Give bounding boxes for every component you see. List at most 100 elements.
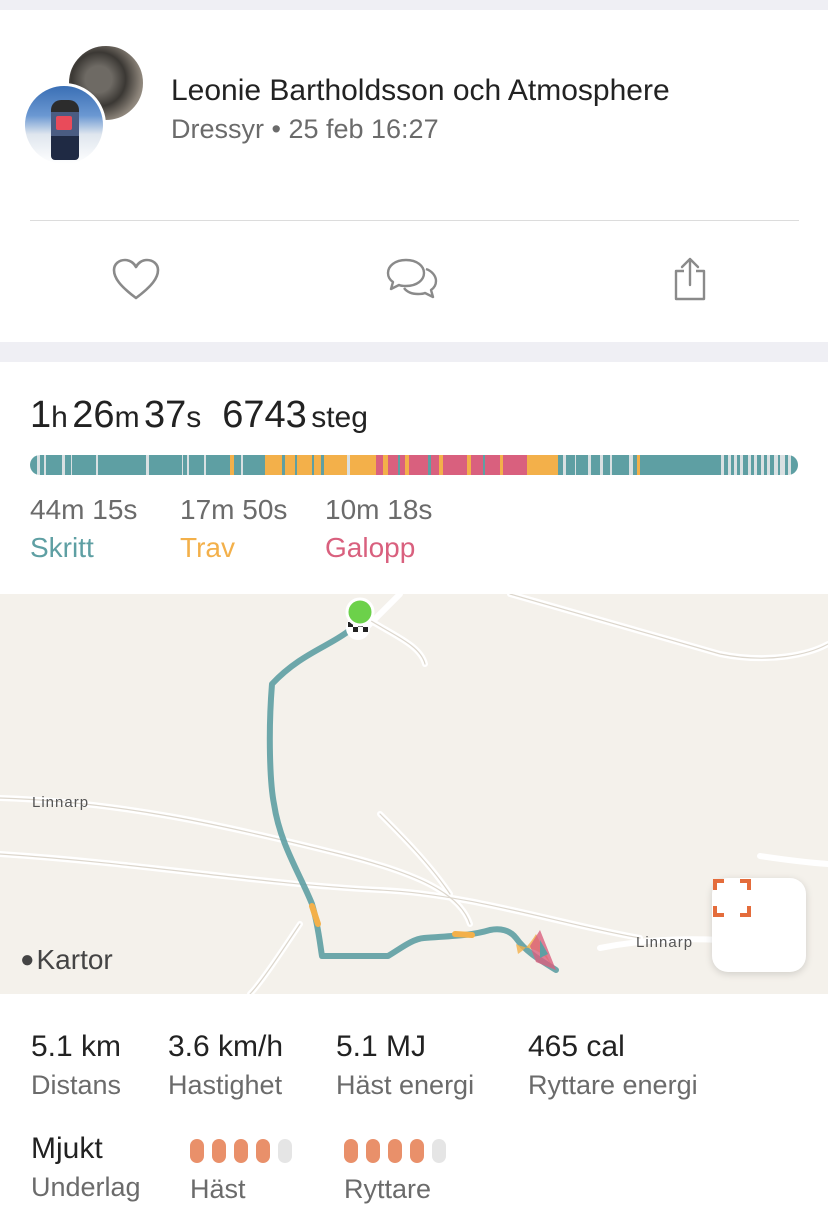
map-canvas — [0, 594, 828, 994]
stat-rider-energy: 465 cal Ryttare energi — [528, 1030, 698, 1101]
gait-canter: 10m 18s Galopp — [325, 494, 432, 564]
gait-canter-time: 10m 18s — [325, 494, 433, 525]
stat-horse-energy-label: Häst energi — [336, 1070, 475, 1100]
expand-map-button[interactable] — [712, 878, 806, 972]
stat-horse-energy: 5.1 MJ Häst energi — [336, 1030, 474, 1101]
stat-ground-label: Underlag — [31, 1172, 141, 1202]
gait-timeline-segment — [443, 455, 468, 475]
rating-horse: Häst — [190, 1136, 292, 1205]
gait-timeline-segment — [485, 455, 500, 475]
rating-horse-label: Häst — [190, 1174, 246, 1204]
steps-unit: steg — [311, 401, 368, 434]
seconds-unit: s — [186, 401, 202, 434]
stat-horse-energy-value: 5.1 MJ — [336, 1030, 427, 1063]
gait-timeline-segment — [71, 455, 96, 475]
gait-timeline-segment — [408, 455, 428, 475]
gait-timeline-segment — [576, 455, 589, 475]
gait-timeline-segment — [388, 455, 398, 475]
stat-distance: 5.1 km Distans — [31, 1030, 121, 1101]
gait-timeline-segment — [243, 455, 265, 475]
gait-timeline-segment — [470, 455, 483, 475]
activity-panel: 1h 26m 37s 6743 steg 44m 15s Skritt 17m … — [0, 362, 828, 1232]
gait-timeline-segment — [431, 455, 439, 475]
duration-steps: 1h 26m 37s 6743 steg — [30, 394, 368, 437]
rating-dot — [190, 1139, 204, 1163]
stat-ground-value: Mjukt — [31, 1132, 103, 1165]
rating-dot — [344, 1139, 358, 1163]
rating-dot — [388, 1139, 402, 1163]
rating-dot — [432, 1139, 446, 1163]
rating-dot — [212, 1139, 226, 1163]
gait-timeline-segment — [45, 455, 63, 475]
gait-timeline-segment — [206, 455, 231, 475]
apple-logo-icon: ● — [20, 946, 35, 973]
gait-timeline-segment — [323, 455, 348, 475]
map-label-linnarp-west: Linnarp — [32, 794, 90, 811]
share-button[interactable] — [662, 254, 718, 304]
stat-speed-label: Hastighet — [168, 1070, 283, 1100]
gait-timeline-segment — [503, 455, 528, 475]
post-subtitle: Dressyr • 25 feb 16:27 — [171, 114, 439, 144]
maps-brand-label: Kartor — [36, 944, 113, 975]
gait-canter-name: Galopp — [325, 532, 416, 563]
gait-timeline-segment — [612, 455, 630, 475]
gait-timeline-bar — [30, 455, 798, 475]
like-button[interactable] — [108, 254, 164, 304]
post-card: Leonie Bartholdsson och Atmosphere Dress… — [0, 10, 828, 342]
gait-timeline-segment — [313, 455, 322, 475]
stat-rider-energy-value: 465 cal — [528, 1030, 625, 1063]
comment-bubbles-icon — [386, 258, 438, 299]
gait-timeline-segment — [790, 455, 798, 475]
gait-timeline-segment — [285, 455, 295, 475]
post-title[interactable]: Leonie Bartholdsson och Atmosphere — [171, 74, 670, 108]
top-strip — [0, 0, 828, 10]
gait-timeline-segment — [565, 455, 576, 475]
avatar-bib — [56, 116, 72, 130]
stat-distance-label: Distans — [31, 1070, 122, 1100]
steps-value: 6743 — [222, 394, 307, 436]
gait-walk: 44m 15s Skritt — [30, 494, 137, 564]
rating-rider-dots — [344, 1138, 446, 1164]
gait-timeline-segment — [98, 455, 147, 475]
gait-timeline-segment — [349, 455, 377, 475]
heart-icon — [112, 258, 160, 300]
avatar-person-figure — [51, 100, 79, 160]
rating-rider: Ryttare — [344, 1136, 446, 1205]
rating-dot — [278, 1139, 292, 1163]
gait-timeline-segment — [527, 455, 559, 475]
gait-walk-time: 44m 15s — [30, 494, 138, 525]
route-map[interactable]: Linnarp Linnarp ● Kartor — [0, 594, 828, 994]
gait-walk-name: Skritt — [30, 532, 94, 563]
gait-timeline-segment — [297, 455, 312, 475]
gait-trot: 17m 50s Trav — [180, 494, 287, 564]
rating-dot — [410, 1139, 424, 1163]
rider-avatar[interactable] — [22, 83, 106, 167]
start-marker — [345, 597, 375, 627]
comment-button[interactable] — [384, 254, 440, 304]
minutes-unit: m — [114, 401, 140, 434]
expand-icon — [713, 879, 751, 917]
minutes-value: 26 — [72, 394, 115, 436]
stat-speed-value: 3.6 km/h — [168, 1030, 284, 1063]
gait-trot-name: Trav — [180, 532, 235, 563]
maps-brand: ● Kartor — [20, 944, 113, 976]
rating-dot — [366, 1139, 380, 1163]
gait-timeline-segment — [233, 455, 241, 475]
map-label-linnarp-east: Linnarp — [636, 934, 694, 951]
rating-rider-label: Ryttare — [344, 1174, 432, 1204]
gait-timeline-segment — [148, 455, 183, 475]
rating-horse-dots — [190, 1138, 292, 1164]
rating-dot — [256, 1139, 270, 1163]
share-icon — [674, 257, 706, 301]
gait-timeline-segment — [602, 455, 610, 475]
hours-unit: h — [51, 401, 68, 434]
stat-speed: 3.6 km/h Hastighet — [168, 1030, 283, 1101]
stat-distance-value: 5.1 km — [31, 1030, 122, 1063]
gait-trot-time: 17m 50s — [180, 494, 288, 525]
gait-timeline-segment — [376, 455, 384, 475]
divider — [30, 220, 799, 221]
seconds-value: 37 — [144, 394, 187, 436]
stat-ground: Mjukt Underlag — [31, 1132, 141, 1203]
stat-rider-energy-label: Ryttare energi — [528, 1070, 698, 1100]
gait-timeline-segment — [639, 455, 722, 475]
